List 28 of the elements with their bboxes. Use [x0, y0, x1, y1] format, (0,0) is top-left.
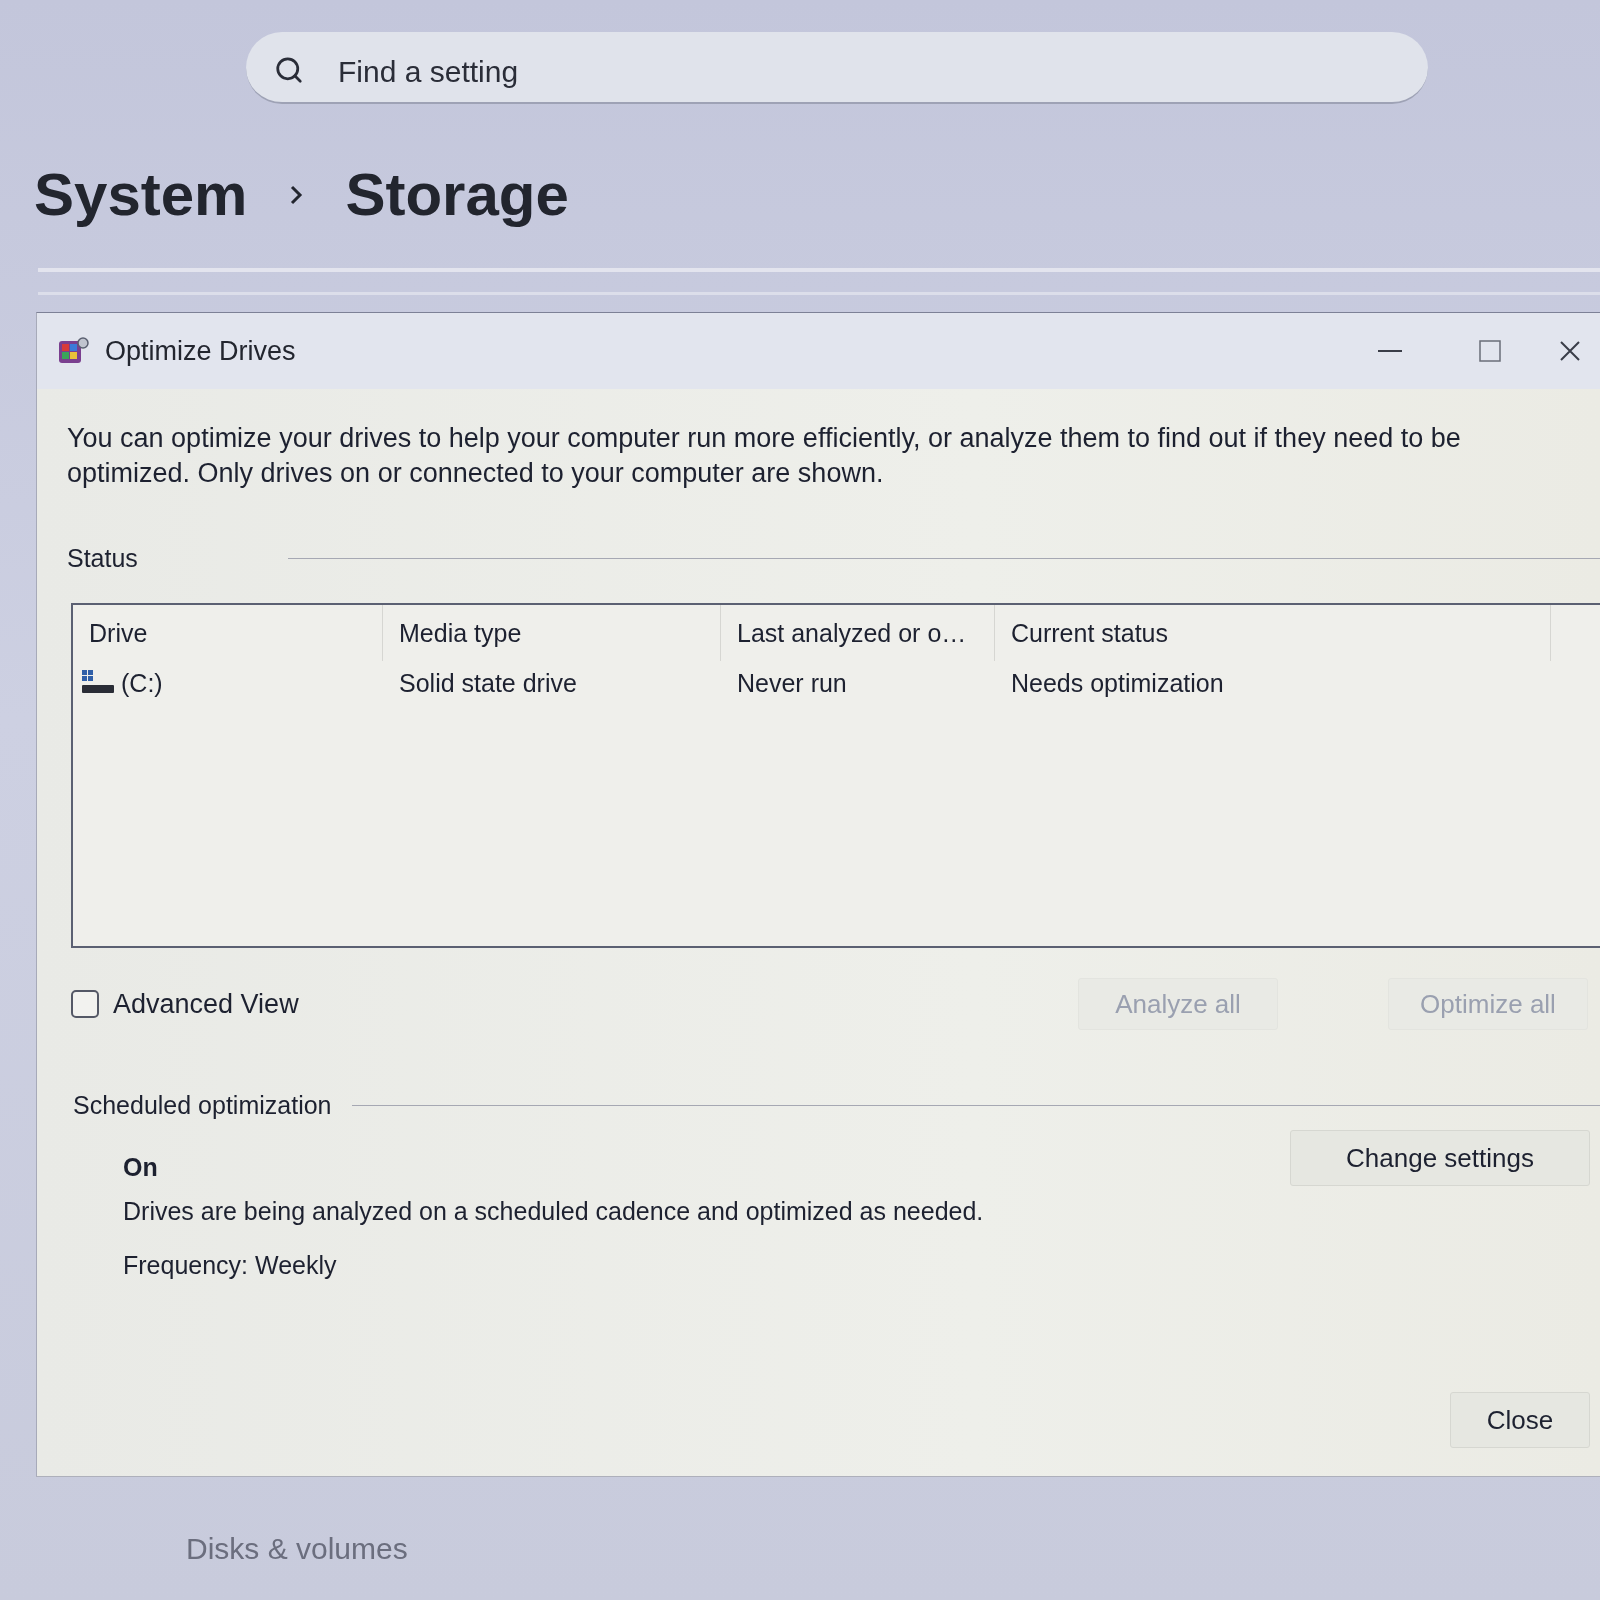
- table-cell-text: Needs optimization: [1010, 667, 1225, 699]
- column-header[interactable]: Media type: [383, 605, 721, 661]
- search-icon: [274, 55, 304, 85]
- breadcrumb-link[interactable]: System: [34, 158, 248, 232]
- description-text: You can optimize your drives to help your computer run more efficiently, or analyze them to find out if they need to be optimized. Only drives on or connected to your computer are shown.: [67, 422, 1462, 490]
- maximize-icon: [1479, 340, 1501, 362]
- column-header[interactable]: Drive: [73, 605, 383, 661]
- chevron-right-icon: [289, 184, 304, 206]
- frequency-text: Frequency: Weekly: [123, 1250, 338, 1280]
- column-header[interactable]: Current status: [995, 605, 1551, 661]
- checkbox-label: Advanced View: [113, 988, 299, 1020]
- schedule-description: Drives are being analyzed on a scheduled cadence and optimized as needed.: [123, 1196, 984, 1226]
- table-cell-text: Solid state drive: [398, 667, 578, 699]
- close-button[interactable]: Close: [1450, 1392, 1590, 1448]
- change-settings-button[interactable]: Change settings: [1290, 1130, 1590, 1186]
- table-cell-text: Never run: [736, 667, 848, 699]
- close-icon: [1560, 341, 1580, 361]
- section-label: Scheduled optimization: [73, 1090, 332, 1120]
- schedule-state: On: [123, 1152, 159, 1182]
- drive-icon: [81, 670, 115, 696]
- section-label: Status: [67, 543, 138, 573]
- minimize-icon: [1378, 350, 1402, 352]
- page-title: Storage: [345, 160, 569, 230]
- search-field[interactable]: Find a setting: [246, 32, 1428, 104]
- column-header[interactable]: Last analyzed or o…: [721, 605, 995, 661]
- window-title: Optimize Drives: [105, 335, 296, 367]
- checkbox[interactable]: [71, 990, 99, 1018]
- table-cell: (C:): [121, 668, 163, 698]
